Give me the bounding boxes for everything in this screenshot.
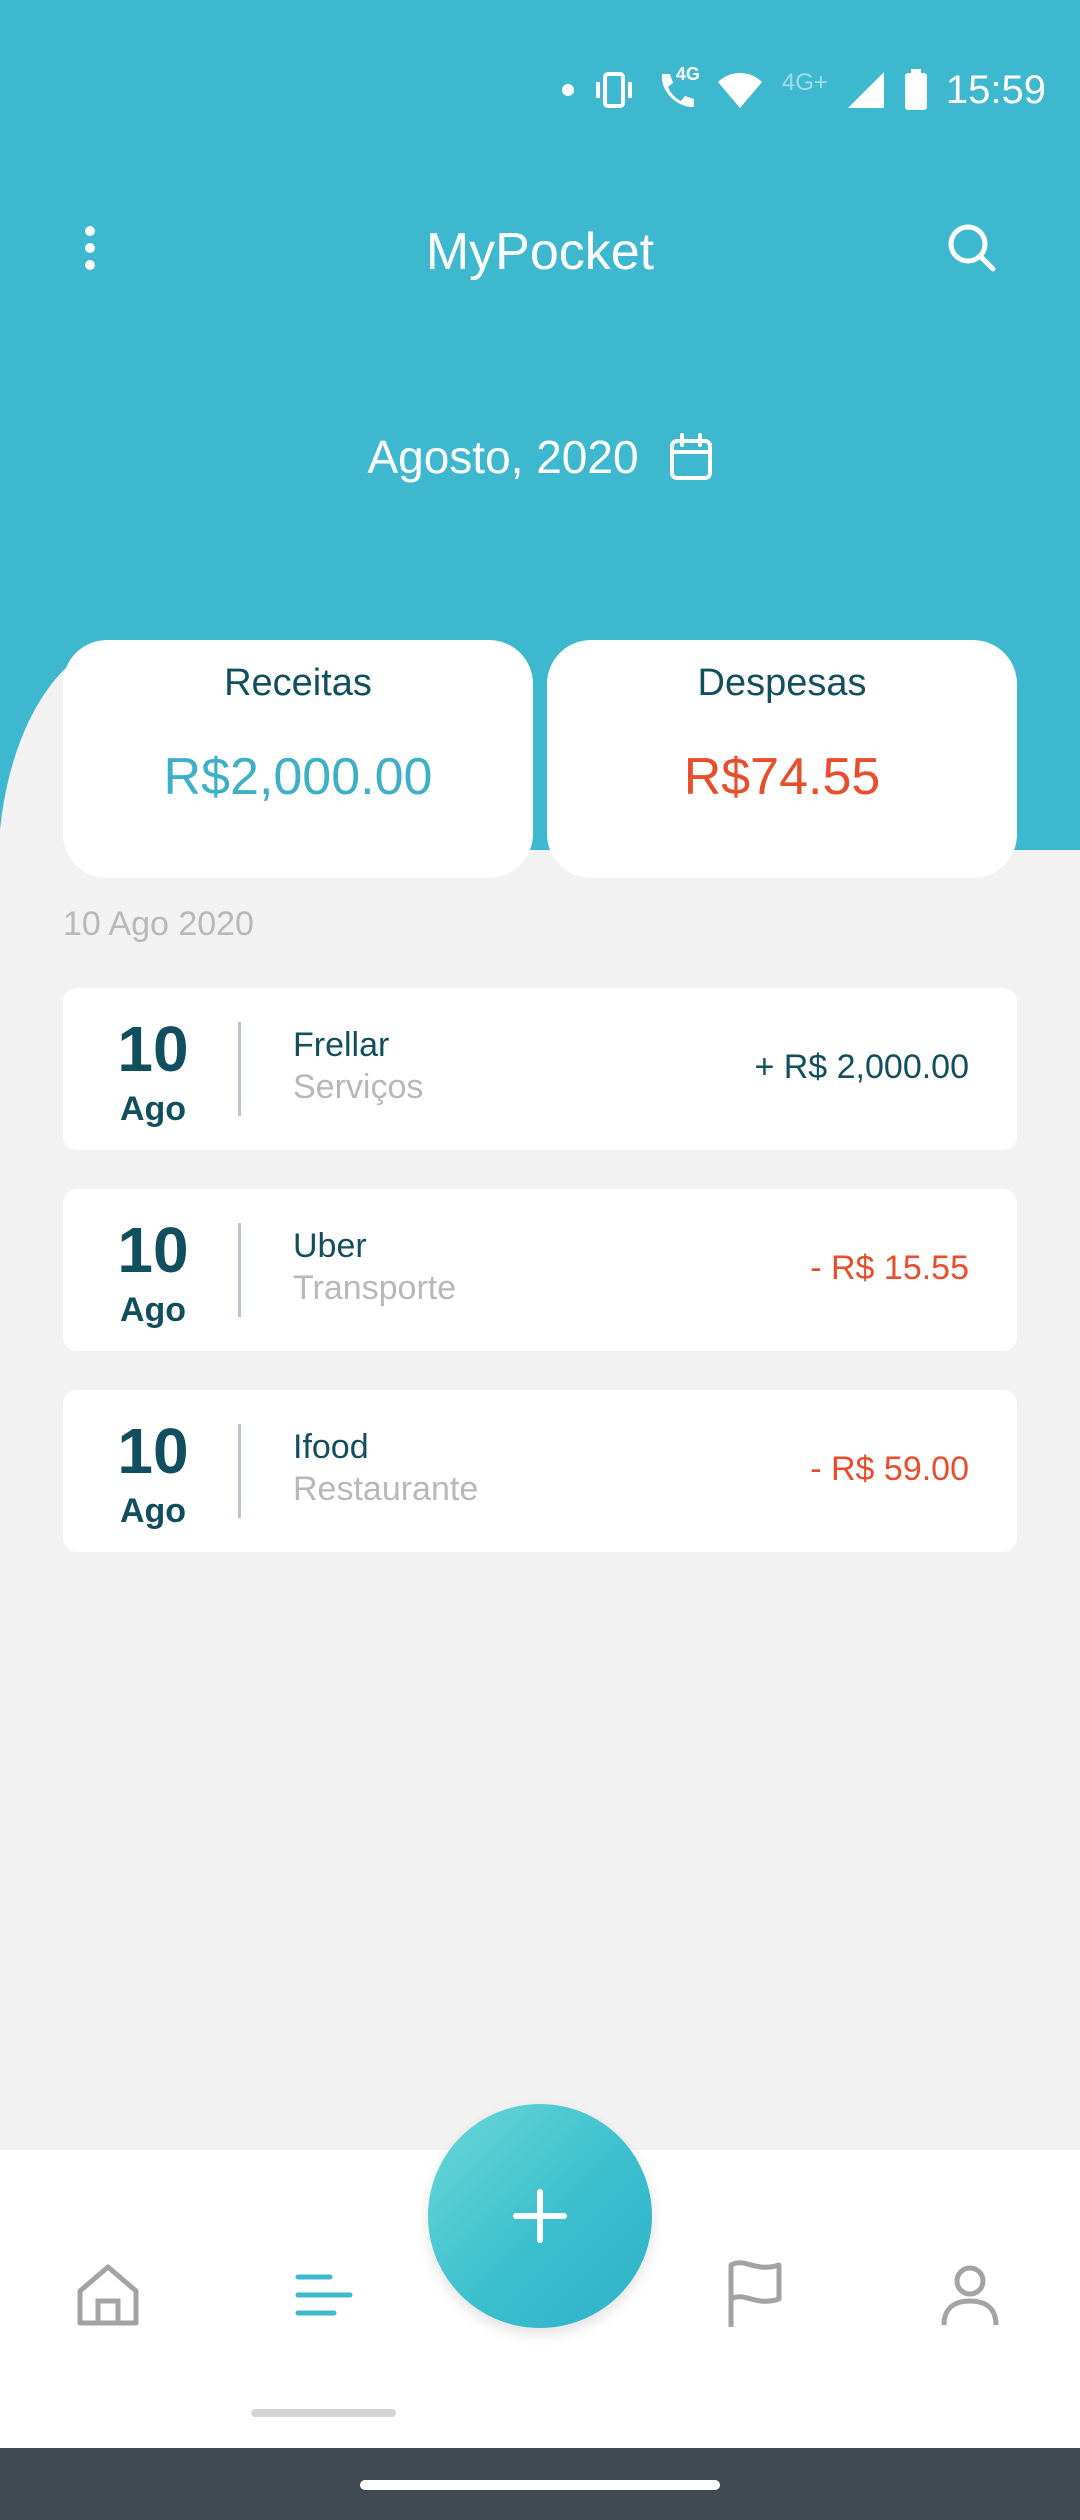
status-bar: 4G 4G+ 15:59 (561, 62, 1046, 118)
notification-dot-icon (561, 84, 574, 96)
transaction-category: Serviços (293, 1068, 424, 1106)
transaction-name: Ifood (293, 1428, 369, 1466)
income-card[interactable]: Receitas R$2,000.00 (63, 640, 533, 878)
transaction-month: Ago (119, 1492, 187, 1530)
transaction-name: Frellar (293, 1026, 390, 1064)
expense-label: Despesas (697, 662, 867, 704)
transaction-month: Ago (119, 1291, 187, 1329)
transaction-month: Ago (119, 1090, 187, 1128)
calendar-icon (669, 433, 712, 480)
transaction-day: 10 (117, 1013, 189, 1085)
app-title: MyPocket (425, 223, 655, 281)
flag-icon (728, 2260, 782, 2327)
income-value: R$2,000.00 (163, 748, 433, 806)
vibrate-icon (592, 70, 636, 110)
list-icon (295, 2274, 353, 2316)
transaction-row[interactable]: 10 Ago Ifood Restaurante - R$ 59.00 (63, 1390, 1017, 1552)
transaction-amount: - R$ 59.00 (810, 1450, 969, 1488)
date-group-header: 10 Ago 2020 (63, 905, 254, 943)
transaction-day: 10 (117, 1415, 189, 1487)
search-icon (948, 224, 996, 272)
transaction-day: 10 (117, 1214, 189, 1286)
status-time: 15:59 (945, 67, 1046, 112)
wifi-icon (716, 70, 764, 110)
nav-goals-button[interactable] (715, 2255, 795, 2335)
home-gesture-pill[interactable] (360, 2480, 720, 2490)
transaction-row[interactable]: 10 Ago Frellar Serviços + R$ 2,000.00 (63, 988, 1017, 1150)
transaction-row[interactable]: 10 Ago Uber Transporte - R$ 15.55 (63, 1189, 1017, 1351)
volte-call-icon: 4G (654, 64, 700, 112)
network-label-4g-plus: 4G+ (781, 69, 828, 96)
network-label-4g: 4G (675, 64, 700, 84)
divider (238, 1022, 241, 1116)
transaction-amount: - R$ 15.55 (810, 1249, 969, 1287)
month-selector[interactable]: Agosto, 2020 (0, 430, 1080, 484)
nav-indicator (251, 2409, 396, 2417)
nav-home-button[interactable] (68, 2255, 148, 2335)
divider (238, 1424, 241, 1518)
add-icon (513, 2189, 567, 2243)
battery-icon (904, 69, 928, 111)
divider (238, 1223, 241, 1317)
transaction-category: Transporte (293, 1269, 457, 1307)
transaction-amount: + R$ 2,000.00 (754, 1048, 969, 1086)
expense-value: R$74.55 (683, 748, 881, 806)
nav-transactions-button[interactable] (284, 2255, 364, 2335)
home-icon (77, 2264, 139, 2326)
income-label: Receitas (224, 662, 372, 704)
transaction-name: Uber (293, 1227, 367, 1265)
nav-profile-button[interactable] (930, 2255, 1010, 2335)
expense-card[interactable]: Despesas R$74.55 (547, 640, 1017, 878)
add-transaction-button[interactable] (428, 2104, 652, 2328)
profile-icon (941, 2265, 999, 2326)
search-button[interactable] (940, 216, 1004, 280)
transaction-category: Restaurante (293, 1470, 479, 1508)
signal-icon (846, 70, 886, 110)
month-label: Agosto, 2020 (367, 431, 639, 483)
